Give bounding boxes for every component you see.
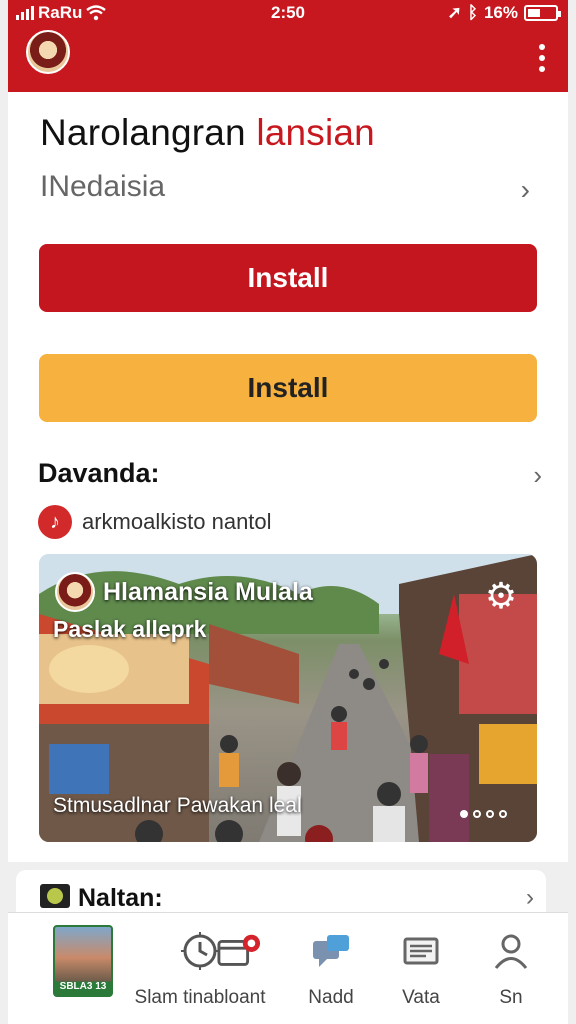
nav-item-chat[interactable]: Nadd xyxy=(306,913,356,1024)
battery-icon xyxy=(524,5,561,21)
location-icon: ➚ xyxy=(447,3,462,22)
carousel-dot[interactable] xyxy=(473,810,481,818)
banner-caption: Stmusadlnar Pawakan leal xyxy=(53,794,302,817)
settings-gear-icon[interactable]: ⚙ xyxy=(483,578,519,614)
status-right: ➚ ᛒ 16% xyxy=(447,3,561,23)
music-note-icon: ♪ xyxy=(38,505,72,539)
featured-banner[interactable]: Hlamansia Mulala Paslak alleprk ⚙ Stmusa… xyxy=(39,554,537,842)
section-header[interactable]: Davanda: › xyxy=(38,458,542,494)
banner-title: Hlamansia Mulala xyxy=(103,578,313,606)
chat-icon xyxy=(309,929,353,973)
app-header: RaRu 2:50 ➚ ᛒ 16% xyxy=(8,0,568,92)
nav-item-document[interactable]: Vata xyxy=(396,913,446,1024)
gallery-icon xyxy=(40,884,70,908)
title-accent: lansian xyxy=(256,112,375,153)
install-button-primary[interactable]: Install xyxy=(39,244,537,312)
install-button-secondary[interactable]: Install xyxy=(39,354,537,422)
section-card-title: Naltan: xyxy=(78,884,163,912)
developer-name: INedaisia xyxy=(40,170,166,203)
chevron-right-icon: › xyxy=(533,460,542,490)
app-logo[interactable] xyxy=(26,30,70,74)
nav-thumbnail: SBLA3 13 xyxy=(53,925,113,997)
chevron-right-icon: › xyxy=(526,884,534,911)
thumbnail-text: SBLA3 13 xyxy=(59,981,107,992)
person-icon xyxy=(489,929,533,973)
more-options-icon[interactable] xyxy=(538,44,546,72)
app-frame: RaRu 2:50 ➚ ᛒ 16% Narolangran lansian IN… xyxy=(0,0,576,1024)
nav-item-featured[interactable]: SBLA3 13 xyxy=(48,913,118,1024)
carousel-dot[interactable] xyxy=(499,810,507,818)
carousel-indicator[interactable] xyxy=(460,810,507,818)
info-row[interactable]: ♪ arkmoalkisto nantol xyxy=(38,504,272,540)
nav-label-chat: Nadd xyxy=(308,987,354,1008)
battery-percent: 16% xyxy=(483,3,518,22)
banner-logo xyxy=(55,572,95,612)
app-detail-card: Narolangran lansian INedaisia › Install … xyxy=(8,92,568,862)
page-title: Narolangran lansian xyxy=(40,112,375,154)
nav-label-document: Vata xyxy=(402,987,440,1008)
carousel-dot[interactable] xyxy=(486,810,494,818)
carousel-dot[interactable] xyxy=(460,810,468,818)
bluetooth-icon: ᛒ xyxy=(467,3,478,22)
info-text: arkmoalkisto nantol xyxy=(82,509,272,534)
section-title: Davanda: xyxy=(38,458,160,488)
nav-item-calendar[interactable] xyxy=(214,913,264,1024)
developer-row[interactable]: INedaisia › xyxy=(40,170,540,210)
bottom-navigation: SBLA3 13 Slam tinabloant Nadd Vata Sn xyxy=(8,912,568,1024)
title-main: Narolangran xyxy=(40,112,246,153)
status-bar: RaRu 2:50 ➚ ᛒ 16% xyxy=(8,0,568,26)
document-icon xyxy=(399,929,443,973)
banner-subtitle: Paslak alleprk xyxy=(53,616,207,642)
nav-item-profile[interactable]: Sn xyxy=(486,913,536,1024)
calendar-badge-icon xyxy=(217,929,261,973)
nav-label-profile: Sn xyxy=(499,987,523,1008)
chevron-right-icon: › xyxy=(520,174,530,205)
